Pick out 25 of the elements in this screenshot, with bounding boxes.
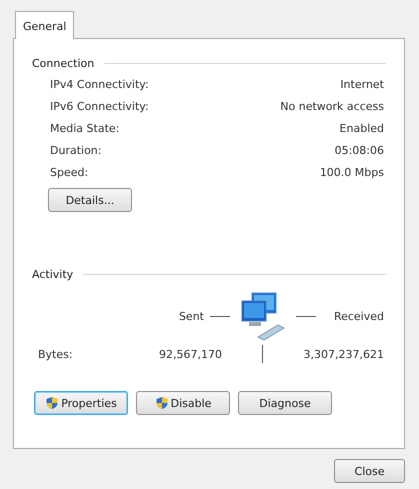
field-value: No network access xyxy=(280,100,384,112)
shield-icon xyxy=(45,396,60,410)
field-value: 05:08:06 xyxy=(334,144,384,156)
action-button[interactable]: Properties xyxy=(34,391,128,415)
action-button[interactable]: Diagnose xyxy=(238,391,332,415)
field-label: IPv6 Connectivity: xyxy=(50,100,149,112)
field-label: IPv4 Connectivity: xyxy=(50,78,149,90)
shield-icon xyxy=(154,396,169,410)
received-label: Received xyxy=(334,310,384,322)
section-heading: Connection xyxy=(32,57,94,70)
tab[interactable]: General xyxy=(15,11,74,39)
field-value: Enabled xyxy=(340,122,384,134)
sent-label: Sent xyxy=(178,310,204,322)
field-value: Internet xyxy=(340,78,384,90)
bytes-label: Bytes: xyxy=(37,348,74,360)
bytes-received-value: 3,307,237,621 xyxy=(302,348,384,360)
action-button[interactable]: Disable xyxy=(136,391,230,415)
bytes-sent-value: 92,567,170 xyxy=(158,348,223,360)
details-button[interactable]: Details... xyxy=(48,188,132,212)
field-label: Duration: xyxy=(50,144,102,156)
field-label: Speed: xyxy=(50,166,88,178)
field-value: 100.0 Mbps xyxy=(320,166,384,178)
section-heading: Activity xyxy=(32,268,74,281)
field-label: Media State: xyxy=(50,122,120,134)
close-button[interactable]: Close xyxy=(334,459,405,483)
